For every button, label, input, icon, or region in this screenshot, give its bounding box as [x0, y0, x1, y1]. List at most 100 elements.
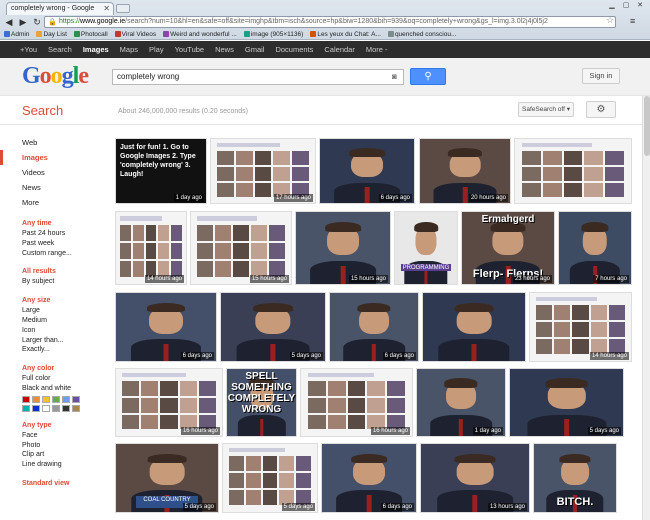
color-swatch[interactable]: [72, 395, 80, 403]
bookmark-item[interactable]: Admin: [4, 31, 29, 38]
color-swatch[interactable]: [72, 404, 80, 412]
filter-heading[interactable]: Any type: [22, 420, 106, 431]
minimize-icon[interactable]: ▁: [606, 1, 618, 11]
filter-option[interactable]: Black and white: [22, 384, 106, 394]
filter-option[interactable]: Photo: [22, 441, 106, 451]
filter-option[interactable]: Full color: [22, 374, 106, 384]
nav-item[interactable]: News: [0, 180, 106, 195]
image-result[interactable]: 6 days ago: [321, 443, 417, 513]
image-result[interactable]: COAL COUNTRY 5 days ago: [115, 443, 219, 513]
filter-heading[interactable]: Any color: [22, 363, 106, 374]
image-result[interactable]: [514, 138, 632, 204]
image-result[interactable]: 6 days ago: [329, 292, 419, 362]
color-swatch[interactable]: [32, 404, 40, 412]
bookmark-item[interactable]: Viral Videos: [114, 31, 156, 38]
bookmark-item[interactable]: quenched consciou...: [387, 31, 456, 38]
image-result[interactable]: SPELL SOMETHING COMPLETELY WRONG: [226, 368, 297, 437]
search-button[interactable]: ⚲: [410, 68, 446, 85]
image-result[interactable]: 15 hours ago: [190, 211, 292, 285]
sign-in-button[interactable]: Sign in: [582, 68, 620, 84]
bookmark-item[interactable]: Weird and wonderful ...: [163, 31, 237, 38]
image-result[interactable]: 14 hours ago: [529, 292, 632, 362]
color-swatch[interactable]: [52, 395, 60, 403]
image-result[interactable]: 6 days ago: [115, 292, 217, 362]
filter-option[interactable]: Face: [22, 431, 106, 441]
filter-heading[interactable]: Any size: [22, 295, 106, 306]
gbar-item[interactable]: +You: [20, 45, 37, 54]
color-swatch[interactable]: [52, 404, 60, 412]
forward-icon[interactable]: ▶: [17, 16, 29, 28]
filter-option[interactable]: Larger than...: [22, 336, 106, 346]
gbar-item[interactable]: Gmail: [245, 45, 265, 54]
filter-heading[interactable]: Standard view: [22, 478, 106, 489]
filter-option[interactable]: By subject: [22, 277, 106, 287]
color-swatch[interactable]: [22, 395, 30, 403]
close-tab-icon[interactable]: ✕: [103, 3, 110, 15]
image-result[interactable]: 6 days ago: [319, 138, 415, 204]
gbar-item[interactable]: YouTube: [175, 45, 204, 54]
image-result[interactable]: 16 hours ago: [300, 368, 413, 437]
bookmark-item[interactable]: Day List: [36, 31, 67, 38]
maximize-icon[interactable]: ▢: [620, 1, 632, 11]
image-result[interactable]: PROGRAMMING: [394, 211, 458, 285]
filter-option[interactable]: Line drawing: [22, 460, 106, 470]
nav-item[interactable]: Images: [0, 150, 106, 165]
gbar-item[interactable]: Documents: [275, 45, 313, 54]
filter-option[interactable]: Medium: [22, 316, 106, 326]
image-result[interactable]: 5 days ago: [220, 292, 326, 362]
camera-icon[interactable]: ◙: [392, 72, 397, 81]
back-icon[interactable]: ◀: [3, 16, 15, 28]
image-result[interactable]: 5 days ago: [222, 443, 318, 513]
image-result[interactable]: BITCH.: [533, 443, 617, 513]
gbar-item[interactable]: Search: [48, 45, 72, 54]
color-swatch[interactable]: [42, 395, 50, 403]
safesearch-button[interactable]: SafeSearch off ▾: [518, 102, 574, 117]
close-window-icon[interactable]: ✕: [634, 1, 646, 11]
reload-icon[interactable]: ↻: [31, 16, 43, 28]
gbar-item[interactable]: News: [215, 45, 234, 54]
gbar-item[interactable]: More -: [366, 45, 388, 54]
filter-heading[interactable]: Any time: [22, 218, 106, 229]
bookmark-item[interactable]: Les yeux du Chat: A...: [310, 31, 381, 38]
filter-option[interactable]: Past 24 hours: [22, 229, 106, 239]
bookmark-star-icon[interactable]: ☆: [606, 15, 614, 26]
bookmark-item[interactable]: image (905×1136): [243, 31, 303, 38]
nav-item[interactable]: More: [0, 195, 106, 210]
image-result[interactable]: 1 day ago: [416, 368, 506, 437]
color-swatch[interactable]: [42, 404, 50, 412]
google-logo[interactable]: Google: [22, 63, 89, 90]
image-result[interactable]: Ermahgerd Flerp- Flerps! 23 hours ago: [461, 211, 555, 285]
filter-option[interactable]: Exactly...: [22, 345, 106, 355]
image-result[interactable]: 20 hours ago: [419, 138, 511, 204]
image-result[interactable]: [422, 292, 526, 362]
color-swatch[interactable]: [62, 404, 70, 412]
browser-tab[interactable]: completely wrong - Google ✕: [6, 2, 114, 15]
filter-option[interactable]: Icon: [22, 326, 106, 336]
filter-option[interactable]: Past week: [22, 239, 106, 249]
bookmark-item[interactable]: Photocall: [73, 31, 108, 38]
image-result[interactable]: Just for fun! 1. Go to Google Images 2. …: [115, 138, 207, 204]
wrench-menu-icon[interactable]: ≡: [630, 16, 635, 26]
image-result[interactable]: 7 hours ago: [558, 211, 632, 285]
address-bar[interactable]: 🔒 https://www.google.ie/search?num=10&hl=…: [44, 16, 616, 28]
color-swatch[interactable]: [22, 404, 30, 412]
image-result[interactable]: 15 hours ago: [295, 211, 391, 285]
new-tab-button[interactable]: [116, 4, 130, 13]
nav-item[interactable]: Web: [0, 135, 106, 150]
image-result[interactable]: 17 hours ago: [210, 138, 316, 204]
gbar-item[interactable]: Maps: [120, 45, 138, 54]
color-swatch[interactable]: [62, 395, 70, 403]
filter-heading[interactable]: All results: [22, 266, 106, 277]
image-result[interactable]: 16 hours ago: [115, 368, 223, 437]
gbar-item[interactable]: Play: [149, 45, 164, 54]
scrollbar[interactable]: [642, 96, 650, 520]
gbar-item[interactable]: Images: [83, 45, 109, 54]
scrollbar-thumb[interactable]: [644, 96, 650, 156]
image-result[interactable]: 13 hours ago: [420, 443, 530, 513]
search-input[interactable]: completely wrong: [112, 69, 404, 85]
filter-option[interactable]: Large: [22, 306, 106, 316]
settings-button[interactable]: ⚙: [586, 101, 616, 118]
image-result[interactable]: 14 hours ago: [115, 211, 187, 285]
color-swatch[interactable]: [32, 395, 40, 403]
filter-option[interactable]: Clip art: [22, 450, 106, 460]
